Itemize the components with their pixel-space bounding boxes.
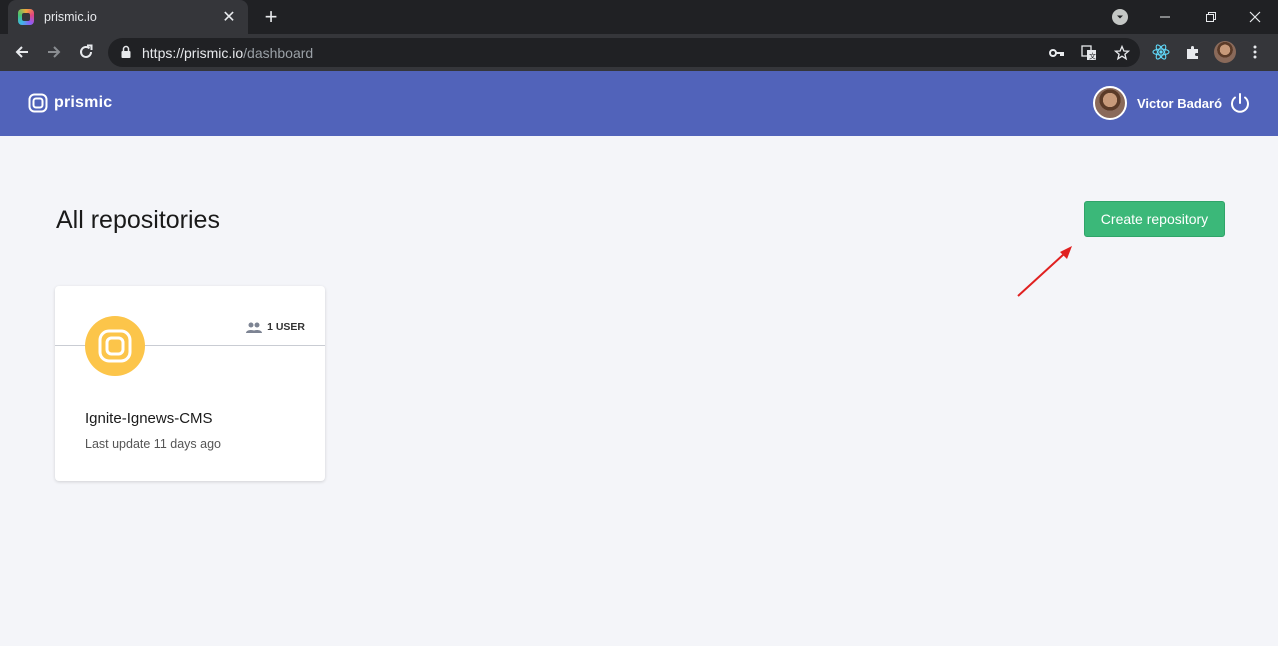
browser-tab[interactable]: prismic.io ✕ [8,0,248,34]
prismic-favicon-icon [18,9,34,25]
users-count: 1 USER [267,321,305,333]
logo-text: prismic [54,94,113,111]
svg-text:文: 文 [1089,52,1096,61]
repository-card[interactable]: 1 USER Ignite-Ignews-CMS Last update 11 … [55,286,325,481]
minimize-icon[interactable] [1142,0,1188,34]
reload-icon[interactable] [72,38,100,66]
bookmark-star-icon[interactable] [1111,42,1133,64]
prismic-repo-icon [98,329,132,363]
app-header: prismic Victor Badaró [0,71,1278,136]
address-bar[interactable]: https://prismic.io/dashboard 文 [108,38,1140,67]
browser-tabbar: prismic.io ✕ + [0,0,1278,34]
tab-close-icon[interactable]: ✕ [220,7,238,27]
key-icon[interactable] [1046,42,1068,64]
new-tab-button[interactable]: + [258,4,284,30]
restore-icon[interactable] [1188,0,1234,34]
user-avatar[interactable] [1093,86,1127,120]
annotation-arrow-icon [1017,246,1072,297]
repository-last-update: Last update 11 days ago [85,437,221,451]
users-icon [246,322,263,333]
back-arrow-icon[interactable] [8,38,36,66]
repository-logo [85,316,145,376]
profile-avatar-icon[interactable] [1214,41,1236,63]
translate-icon[interactable]: 文 [1078,42,1100,64]
prismic-logo[interactable]: prismic [28,93,112,113]
create-repository-button[interactable]: Create repository [1084,201,1225,237]
browser-toolbar: https://prismic.io/dashboard 文 [0,34,1278,71]
repository-name: Ignite-Ignews-CMS [85,410,213,427]
user-name[interactable]: Victor Badaró [1137,96,1222,111]
page-title: All repositories [56,206,220,234]
lock-icon [121,45,131,58]
tab-title: prismic.io [44,10,97,24]
repository-users: 1 USER [246,321,305,333]
url-text: https://prismic.io/dashboard [142,45,314,61]
extensions-puzzle-icon[interactable] [1182,41,1204,63]
react-devtools-icon[interactable] [1150,41,1172,63]
close-window-icon[interactable] [1232,0,1278,34]
tab-search-icon[interactable] [1112,9,1128,25]
browser-menu-icon[interactable] [1244,41,1266,63]
forward-arrow-icon[interactable] [40,38,68,66]
power-logout-icon[interactable] [1228,92,1252,116]
prismic-logo-icon [28,93,48,113]
